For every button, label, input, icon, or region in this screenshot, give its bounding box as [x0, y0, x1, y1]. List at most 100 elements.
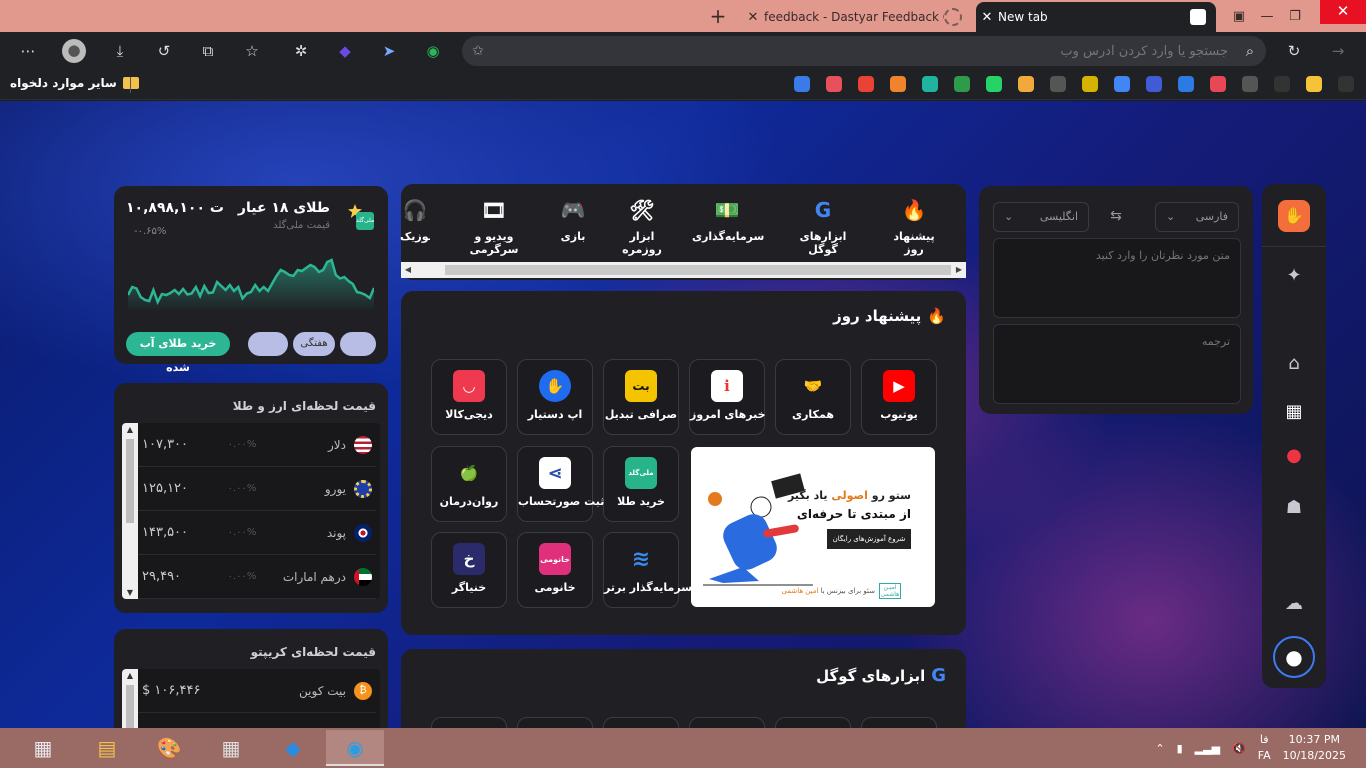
- tile-google-tool[interactable]: [517, 717, 593, 728]
- currency-row[interactable]: یورو ۰.۰۰% ۱۲۵,۱۲۰: [138, 467, 376, 511]
- tray-expand-icon[interactable]: ⌃: [1155, 742, 1164, 755]
- scroll-down-icon[interactable]: ▼: [122, 588, 138, 597]
- crypto-scrollbar[interactable]: ▲: [122, 669, 138, 728]
- bookmark-icon[interactable]: [1082, 76, 1098, 92]
- scroll-thumb[interactable]: [126, 685, 134, 728]
- user-profile-icon[interactable]: ●: [1273, 636, 1315, 678]
- clock[interactable]: 10:37 PM 10/18/2025: [1283, 732, 1346, 764]
- tile-psychotherapy[interactable]: 🍏 روان‌درمان: [431, 446, 507, 522]
- banner-cta-button[interactable]: شروع آموزش‌های رایگان: [827, 529, 911, 549]
- bookmark-icon[interactable]: [954, 76, 970, 92]
- add-favorite-icon[interactable]: ✩: [462, 43, 494, 59]
- bookmark-icon[interactable]: [826, 76, 842, 92]
- paint-icon[interactable]: 🎨: [140, 730, 198, 766]
- category-google-tools[interactable]: G ابزارهای گوگل: [788, 196, 858, 256]
- bookmark-icon[interactable]: [1242, 76, 1258, 92]
- category-video[interactable]: 🎞 ویدیو و سرگرمی: [454, 196, 534, 256]
- translate-input[interactable]: [993, 238, 1241, 318]
- taskbar-app-icon[interactable]: ▦: [14, 730, 72, 766]
- tile-google-tool[interactable]: [775, 717, 851, 728]
- currency-scrollbar[interactable]: ▲ ▼: [122, 423, 138, 599]
- home-icon[interactable]: ⌂: [1278, 348, 1310, 380]
- scroll-thumb[interactable]: [126, 439, 134, 523]
- tile-cooperation[interactable]: 🤝 همکاری: [775, 359, 851, 435]
- profile-avatar-icon[interactable]: ●: [62, 39, 86, 63]
- period-button-3[interactable]: [340, 332, 376, 356]
- tile-dastyar-app[interactable]: ✋ اپ دستیار: [517, 359, 593, 435]
- apps-grid-icon[interactable]: ▦: [1278, 396, 1310, 428]
- input-language-indicator[interactable]: فا FA: [1258, 732, 1271, 764]
- currency-row[interactable]: دلار ۰.۰۰% ۱۰۷,۳۰۰: [138, 423, 376, 467]
- tile-google-tool[interactable]: [689, 717, 765, 728]
- tile-digikala[interactable]: ◡ دیجی‌کالا: [431, 359, 507, 435]
- bookmark-icon[interactable]: [1210, 76, 1226, 92]
- notification-icon[interactable]: ●: [1278, 440, 1310, 472]
- close-tab-icon[interactable]: ✕: [976, 10, 998, 25]
- tile-tabdeal[interactable]: بت صرافی تبدیل: [603, 359, 679, 435]
- collections-icon[interactable]: ⧉: [196, 40, 220, 62]
- scroll-up-icon[interactable]: ▲: [122, 425, 138, 434]
- tab-actions-icon[interactable]: ▣: [1225, 9, 1253, 24]
- network-icon[interactable]: ▮: [1177, 742, 1183, 755]
- bookmark-icon[interactable]: [1018, 76, 1034, 92]
- cloud-check-icon[interactable]: ☁: [1278, 588, 1310, 620]
- crypto-row[interactable]: ₿ بیت کوین $ ۱۰۶,۴۴۶: [138, 669, 376, 713]
- scroll-up-icon[interactable]: ▲: [122, 671, 138, 680]
- extensions-icon[interactable]: ✲: [289, 40, 313, 62]
- category-daily[interactable]: 🔥 پیشنهاد روز: [886, 196, 942, 274]
- sparkle-icon[interactable]: ✦: [1278, 260, 1310, 292]
- bot-icon[interactable]: ☗: [1278, 492, 1310, 524]
- seo-course-banner[interactable]: ستو رو اصولی یاد بگیر از مبتدی تا حرفه‌ا…: [691, 447, 935, 607]
- close-tab-icon[interactable]: ✕: [742, 10, 764, 25]
- extension-purple-icon[interactable]: ◆: [333, 40, 357, 62]
- dastyar-logo-icon[interactable]: ✋: [1278, 200, 1310, 232]
- bookmark-icon[interactable]: [1306, 76, 1322, 92]
- period-button-1[interactable]: [248, 332, 288, 356]
- category-music[interactable]: 🎧 موزیک: [400, 196, 430, 243]
- bookmark-icon[interactable]: [794, 76, 810, 92]
- extension-green-icon[interactable]: ◉: [421, 40, 445, 62]
- file-explorer-icon[interactable]: ▤: [78, 730, 136, 766]
- address-bar[interactable]: ⌕ ✩: [462, 36, 1266, 66]
- tab-new-tab[interactable]: ✕ New tab: [976, 2, 1216, 32]
- forward-icon[interactable]: →: [1326, 40, 1350, 62]
- bookmark-icon[interactable]: [1050, 76, 1066, 92]
- whatsapp-icon[interactable]: [986, 76, 1002, 92]
- source-language-select[interactable]: فارسی ⌄: [1155, 202, 1239, 232]
- category-investment[interactable]: 💵 سرمایه‌گذاری: [692, 196, 764, 243]
- edge-browser-icon[interactable]: ◉: [326, 730, 384, 766]
- tile-buy-gold[interactable]: ملی‌گلد خرید طلا: [603, 446, 679, 522]
- minimize-icon[interactable]: —: [1253, 9, 1281, 24]
- github-icon[interactable]: [1338, 76, 1354, 92]
- tile-news[interactable]: i خبرهای امروز: [689, 359, 766, 435]
- target-language-select[interactable]: انگلیسی ⌄: [993, 202, 1089, 232]
- category-games[interactable]: 🎮 بازی: [558, 196, 588, 243]
- extension-cursor-icon[interactable]: ➤: [377, 40, 401, 62]
- tile-invoice[interactable]: ⋖ ثبت صورتحساب: [517, 446, 604, 522]
- translate-icon[interactable]: [1114, 76, 1130, 92]
- window-close-button[interactable]: ✕: [1320, 0, 1366, 24]
- currency-row[interactable]: پوند ۰.۰۰% ۱۴۳,۵۰۰: [138, 511, 376, 555]
- tile-youtube[interactable]: ▶ یوتیوب: [861, 359, 937, 435]
- favorites-icon[interactable]: ☆: [240, 40, 264, 62]
- vscode-icon[interactable]: ◆: [264, 730, 322, 766]
- tile-top-investor[interactable]: ≋ سرمایه‌گذار برتر: [603, 532, 692, 608]
- swap-languages-icon[interactable]: ⇆: [1106, 208, 1126, 224]
- bookmark-icon[interactable]: [858, 76, 874, 92]
- downloads-icon[interactable]: ⤓: [108, 40, 132, 62]
- scroll-right-icon[interactable]: ▶: [952, 262, 966, 278]
- tile-khonyagar[interactable]: خ خنیاگر: [431, 532, 507, 608]
- restore-icon[interactable]: ❐: [1281, 9, 1309, 24]
- volume-muted-icon[interactable]: 🔇: [1232, 742, 1246, 755]
- more-menu-icon[interactable]: ⋯: [16, 40, 40, 62]
- buy-gold-button[interactable]: خرید طلای آب شده: [126, 332, 230, 374]
- tile-google-tool[interactable]: [431, 717, 507, 728]
- category-daily-tools[interactable]: 🛠 ابزار روزمره: [614, 196, 670, 256]
- tile-google-tool[interactable]: [861, 717, 937, 728]
- bookmark-icon[interactable]: [1146, 76, 1162, 92]
- bookmark-icon[interactable]: [1274, 76, 1290, 92]
- period-weekly-button[interactable]: هفتگی: [293, 332, 335, 356]
- other-favorites-folder[interactable]: سایر موارد دلخواه: [10, 76, 139, 90]
- history-icon[interactable]: ↺: [152, 40, 176, 62]
- bookmark-icon[interactable]: [890, 76, 906, 92]
